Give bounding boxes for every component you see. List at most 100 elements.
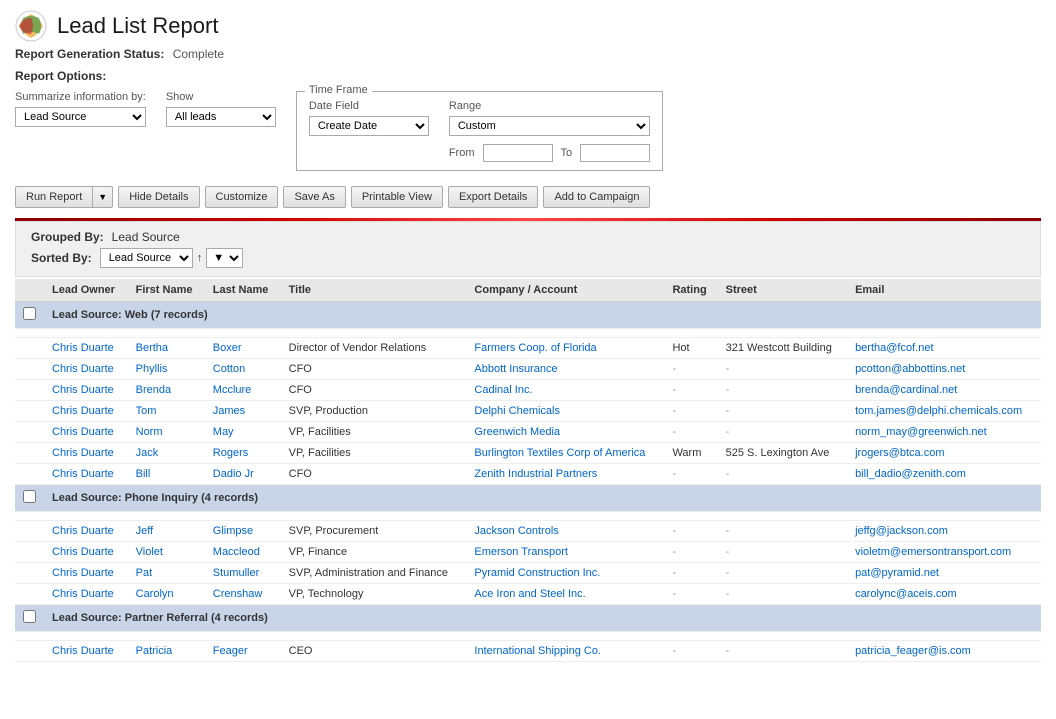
last-link[interactable]: Crenshaw — [213, 588, 263, 600]
owner-link[interactable]: Chris Duarte — [52, 525, 114, 537]
first-link[interactable]: Patricia — [136, 645, 173, 657]
company-link[interactable]: Abbott Insurance — [474, 363, 557, 375]
customize-button[interactable]: Customize — [205, 186, 279, 208]
group-checkbox[interactable] — [23, 610, 36, 623]
owner-link[interactable]: Chris Duarte — [52, 363, 114, 375]
row-rating: - — [664, 464, 717, 485]
date-field-select[interactable]: Create Date Modified Date Converted Date — [309, 116, 429, 136]
last-link[interactable]: May — [213, 426, 234, 438]
first-link[interactable]: Jack — [136, 447, 159, 459]
company-link[interactable]: Greenwich Media — [474, 426, 560, 438]
row-street: 525 S. Lexington Ave — [718, 443, 847, 464]
last-link[interactable]: Mcclure — [213, 384, 252, 396]
email-link[interactable]: patricia_feager@is.com — [855, 645, 971, 657]
show-select[interactable]: All leads My leads My team's leads — [166, 107, 276, 127]
row-last: Glimpse — [205, 521, 281, 542]
last-link[interactable]: Boxer — [213, 342, 242, 354]
range-label: Range — [449, 100, 650, 112]
table-row: Chris Duarte Patricia Feager CEO Interna… — [15, 641, 1041, 662]
first-link[interactable]: Violet — [136, 546, 163, 558]
company-link[interactable]: Cadinal Inc. — [474, 384, 532, 396]
owner-link[interactable]: Chris Duarte — [52, 426, 114, 438]
run-report-arrow[interactable]: ▼ — [92, 186, 113, 208]
company-link[interactable]: Delphi Chemicals — [474, 405, 560, 417]
last-link[interactable]: Rogers — [213, 447, 248, 459]
row-email: bertha@fcof.net — [847, 338, 1041, 359]
printable-view-button[interactable]: Printable View — [351, 186, 443, 208]
group-checkbox[interactable] — [23, 490, 36, 503]
owner-link[interactable]: Chris Duarte — [52, 567, 114, 579]
email-link[interactable]: pcotton@abbottins.net — [855, 363, 965, 375]
owner-link[interactable]: Chris Duarte — [52, 384, 114, 396]
last-link[interactable]: Maccleod — [213, 546, 260, 558]
email-link[interactable]: pat@pyramid.net — [855, 567, 939, 579]
owner-link[interactable]: Chris Duarte — [52, 342, 114, 354]
row-owner: Chris Duarte — [44, 359, 128, 380]
report-options-label: Report Options: — [15, 69, 1041, 83]
company-link[interactable]: Pyramid Construction Inc. — [474, 567, 600, 579]
first-link[interactable]: Norm — [136, 426, 163, 438]
row-first: Bertha — [128, 338, 205, 359]
row-checkbox-cell — [15, 422, 44, 443]
last-link[interactable]: Glimpse — [213, 525, 253, 537]
save-as-button[interactable]: Save As — [283, 186, 345, 208]
owner-link[interactable]: Chris Duarte — [52, 468, 114, 480]
row-email: brenda@cardinal.net — [847, 380, 1041, 401]
first-link[interactable]: Phyllis — [136, 363, 168, 375]
company-link[interactable]: Emerson Transport — [474, 546, 568, 558]
company-link[interactable]: International Shipping Co. — [474, 645, 601, 657]
email-link[interactable]: bill_dadio@zenith.com — [855, 468, 966, 480]
row-last: Feager — [205, 641, 281, 662]
last-link[interactable]: Dadio Jr — [213, 468, 254, 480]
owner-link[interactable]: Chris Duarte — [52, 447, 114, 459]
last-link[interactable]: Feager — [213, 645, 248, 657]
sort-by-select[interactable]: Lead Source Lead Owner Last Name — [100, 248, 193, 268]
status-value: Complete — [173, 47, 224, 61]
col-email: Email — [847, 279, 1041, 302]
first-link[interactable]: Tom — [136, 405, 157, 417]
add-to-campaign-button[interactable]: Add to Campaign — [543, 186, 650, 208]
owner-link[interactable]: Chris Duarte — [52, 405, 114, 417]
company-link[interactable]: Farmers Coop. of Florida — [474, 342, 596, 354]
first-link[interactable]: Brenda — [136, 384, 171, 396]
sort-direction-select[interactable]: ▼ ▲ — [206, 248, 243, 268]
email-link[interactable]: brenda@cardinal.net — [855, 384, 957, 396]
company-link[interactable]: Ace Iron and Steel Inc. — [474, 588, 585, 600]
export-details-button[interactable]: Export Details — [448, 186, 538, 208]
owner-link[interactable]: Chris Duarte — [52, 645, 114, 657]
email-link[interactable]: violetm@emersontransport.com — [855, 546, 1011, 558]
company-link[interactable]: Burlington Textiles Corp of America — [474, 447, 645, 459]
owner-link[interactable]: Chris Duarte — [52, 546, 114, 558]
first-link[interactable]: Jeff — [136, 525, 154, 537]
row-owner: Chris Duarte — [44, 521, 128, 542]
group-checkbox[interactable] — [23, 307, 36, 320]
owner-link[interactable]: Chris Duarte — [52, 588, 114, 600]
company-link[interactable]: Zenith Industrial Partners — [474, 468, 597, 480]
summarize-select[interactable]: Lead Source Lead Owner Title Rating — [15, 107, 146, 127]
last-link[interactable]: James — [213, 405, 245, 417]
company-link[interactable]: Jackson Controls — [474, 525, 558, 537]
row-street: - — [718, 464, 847, 485]
last-link[interactable]: Stumuller — [213, 567, 259, 579]
to-input[interactable] — [580, 144, 650, 162]
first-link[interactable]: Bertha — [136, 342, 168, 354]
last-link[interactable]: Cotton — [213, 363, 245, 375]
row-company: Delphi Chemicals — [466, 401, 664, 422]
first-link[interactable]: Carolyn — [136, 588, 174, 600]
first-link[interactable]: Pat — [136, 567, 153, 579]
from-input[interactable] — [483, 144, 553, 162]
first-link[interactable]: Bill — [136, 468, 151, 480]
email-link[interactable]: jeffg@jackson.com — [855, 525, 948, 537]
hide-details-button[interactable]: Hide Details — [118, 186, 199, 208]
email-link[interactable]: bertha@fcof.net — [855, 342, 933, 354]
page-header: Lead List Report — [15, 10, 1041, 42]
email-link[interactable]: jrogers@btca.com — [855, 447, 944, 459]
row-company: Farmers Coop. of Florida — [466, 338, 664, 359]
email-link[interactable]: tom.james@delphi.chemicals.com — [855, 405, 1022, 417]
email-link[interactable]: norm_may@greenwich.net — [855, 426, 987, 438]
row-checkbox-cell — [15, 338, 44, 359]
range-select[interactable]: Custom Today This Week This Month This Q… — [449, 116, 650, 136]
run-report-button[interactable]: Run Report — [15, 186, 92, 208]
row-last: Boxer — [205, 338, 281, 359]
email-link[interactable]: carolync@aceis.com — [855, 588, 957, 600]
